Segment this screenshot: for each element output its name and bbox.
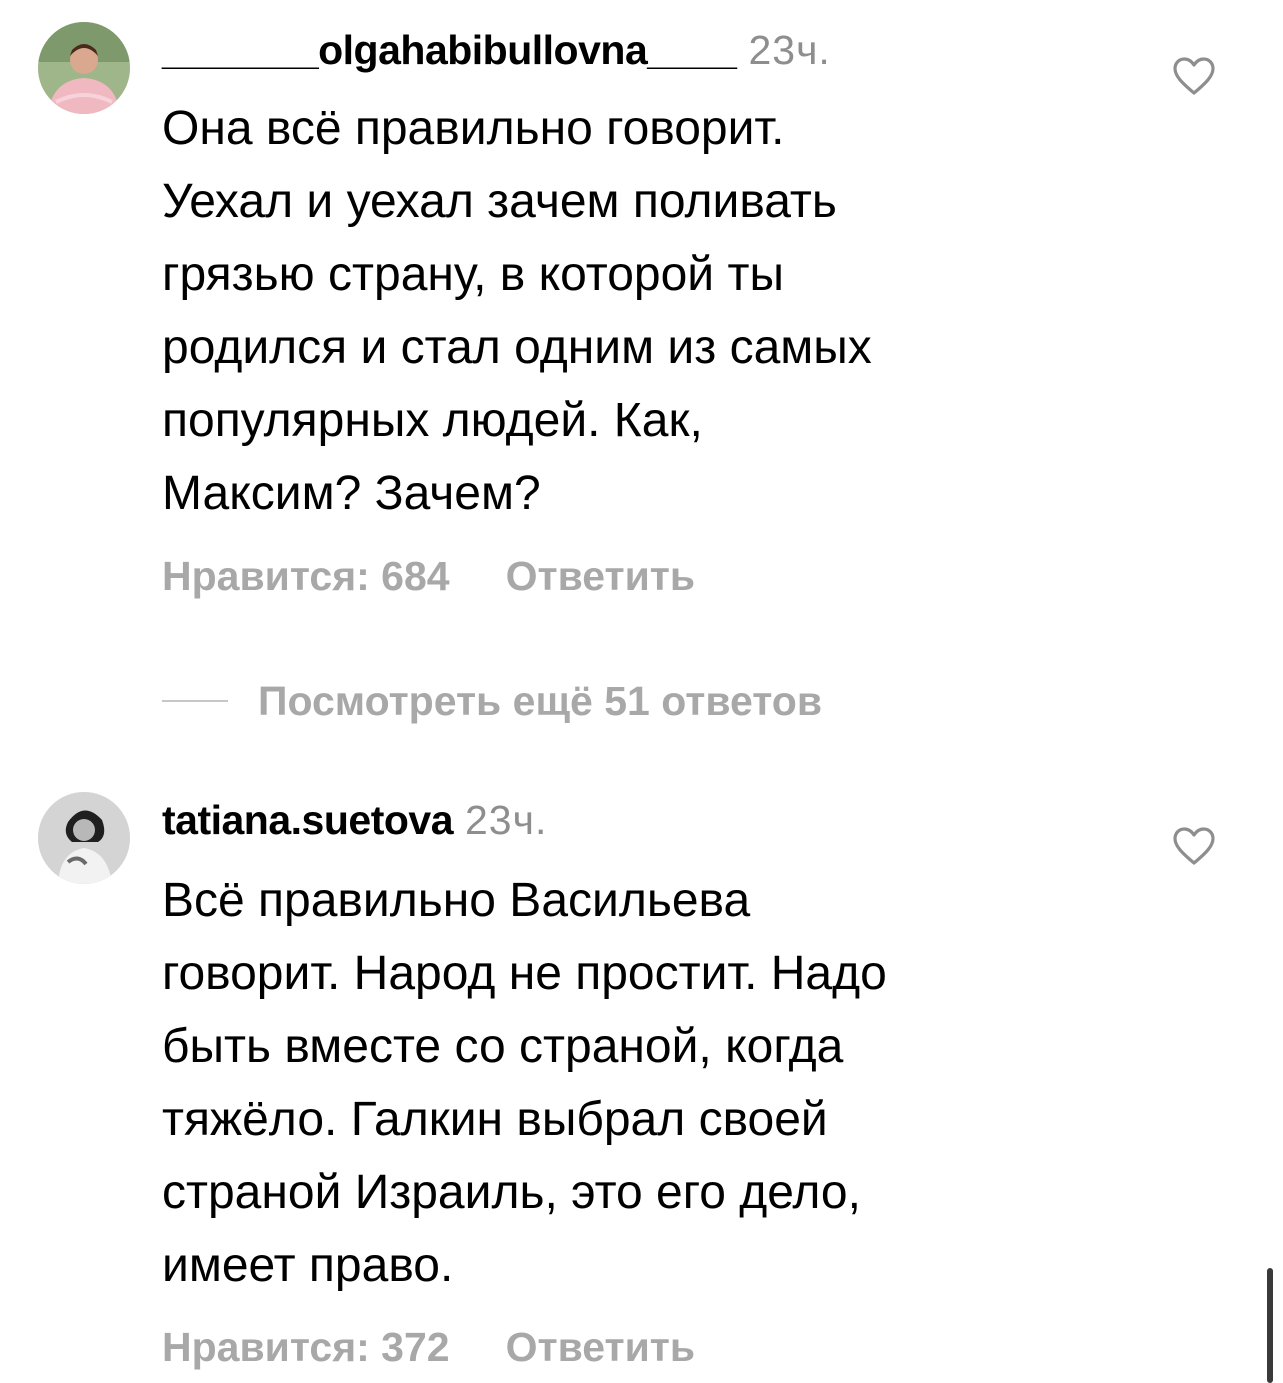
avatar-photo-icon	[38, 22, 130, 114]
heart-outline-icon[interactable]	[1172, 826, 1216, 866]
comment-time: 23ч.	[748, 27, 831, 73]
heart-outline-icon[interactable]	[1172, 56, 1216, 96]
likes-count[interactable]: Нравится: 684	[162, 553, 450, 599]
comment-actions: Нравится: 684 Ответить	[162, 553, 695, 600]
avatar-photo-icon	[38, 792, 130, 884]
username[interactable]: _______olgahabibullovna____	[162, 27, 737, 73]
scrollbar[interactable]	[1267, 1268, 1273, 1383]
reply-button[interactable]: Ответить	[506, 553, 695, 599]
avatar[interactable]	[38, 792, 130, 884]
view-more-replies-label: Посмотреть ещё 51 ответов	[258, 677, 823, 724]
username[interactable]: tatiana.suetova	[162, 797, 454, 843]
reply-button[interactable]: Ответить	[506, 1324, 695, 1370]
view-more-replies-button[interactable]: Посмотреть ещё 51 ответов	[162, 676, 822, 726]
comment-time: 23ч.	[465, 797, 548, 843]
comment-text: Всё правильно Васильева говорит. Народ н…	[162, 874, 887, 1292]
likes-count[interactable]: Нравится: 372	[162, 1324, 450, 1370]
comment-header: _______olgahabibullovna____ 23ч.	[162, 26, 831, 74]
comment-actions: Нравится: 372 Ответить	[162, 1324, 695, 1371]
avatar[interactable]	[38, 22, 130, 114]
replies-divider-line	[162, 700, 228, 702]
comment-text: Она всё правильно говорит. Уехал и уехал…	[162, 102, 872, 520]
comment-header: tatiana.suetova 23ч.	[162, 796, 547, 844]
